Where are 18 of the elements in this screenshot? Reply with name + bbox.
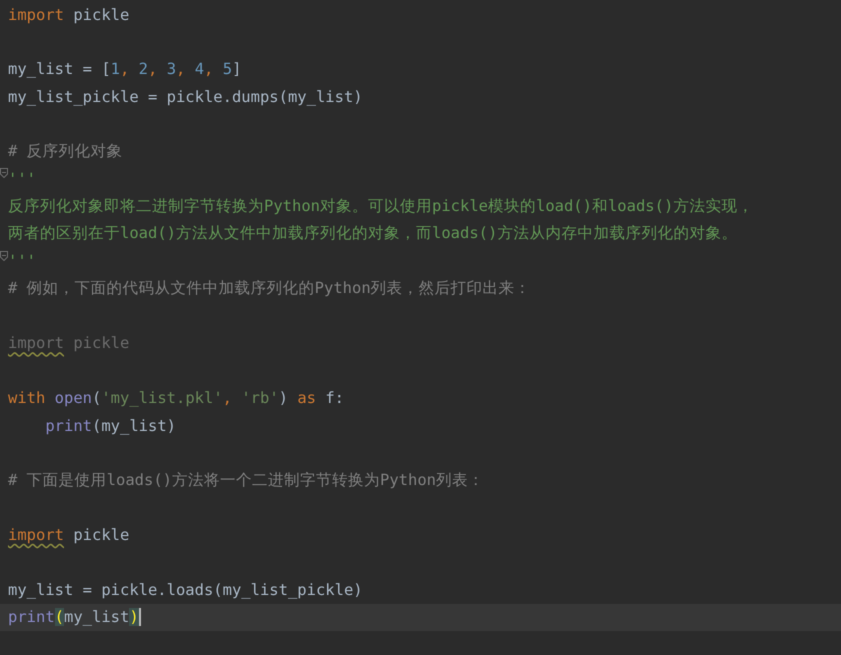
code-line: print(my_list): [8, 608, 139, 626]
code-line: # 下面是使用loads()方法将一个二进制字节转换为Python列表：: [8, 470, 484, 491]
code-line: # 例如，下面的代码从文件中加载序列化的Python列表，然后打印出来：: [8, 278, 531, 300]
code-line: print(my_list): [44, 416, 176, 435]
code-line: my_list = pickle.loads(my_list_pickle): [8, 580, 363, 599]
code-line: ''': [8, 252, 36, 270]
code-line: 反序列化对象即将二进制字节转换为Python对象。可以使用pickle模块的load()和loads()方法实现，: [8, 196, 754, 217]
code-line: my_list = [1, 2, 3, 4, 5]: [8, 60, 242, 78]
code-line: # 反序列化对象: [8, 141, 123, 162]
code-line: import pickle: [8, 334, 130, 352]
fold-icon[interactable]: [0, 168, 8, 178]
code-line: ''': [8, 170, 36, 188]
code-line: with open('my_list.pkl', 'rb') as f:: [8, 389, 344, 408]
code-line: my_list_pickle = pickle.dumps(my_list): [8, 88, 363, 106]
code-line: 两者的区别在于load()方法从文件中加载序列化的对象，而loads()方法从内存中加载序列化的对象。: [8, 223, 738, 244]
code-line: import pickle: [8, 6, 130, 24]
code-line: import pickle: [8, 526, 130, 544]
fold-icon[interactable]: [0, 250, 8, 261]
